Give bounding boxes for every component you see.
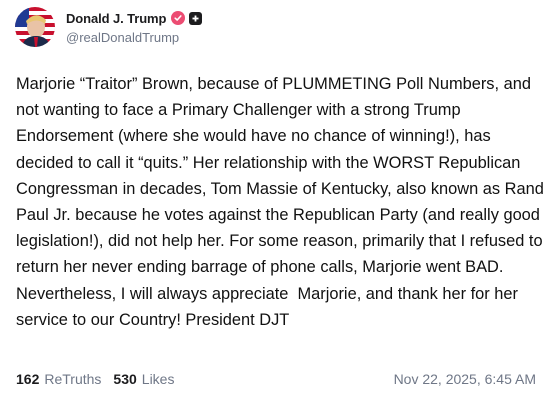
post-body-text: Marjorie “Traitor” Brown, because of PLU…: [16, 75, 549, 329]
author-avatar[interactable]: [15, 7, 55, 47]
affiliate-badge-icon: [189, 11, 203, 25]
retruths-count: 162: [16, 371, 40, 387]
truth-post: Donald J. Trump @realDonaldTrump Marjori…: [0, 0, 552, 418]
likes-label: Likes: [141, 371, 175, 387]
author-handle[interactable]: @realDonaldTrump: [66, 30, 179, 45]
likes-count: 530: [113, 371, 137, 387]
retruths-label: ReTruths: [44, 371, 102, 387]
profile-photo-icon: [15, 7, 55, 47]
retruths-stat[interactable]: 162 ReTruths: [16, 371, 101, 387]
author-name-row: Donald J. Trump: [66, 9, 203, 27]
post-footer: 162 ReTruths 530 Likes Nov 22, 2025, 6:4…: [16, 369, 536, 389]
post-timestamp[interactable]: Nov 22, 2025, 6:45 AM: [394, 371, 536, 387]
verified-badge-icon: [171, 11, 186, 25]
likes-stat[interactable]: 530 Likes: [113, 371, 174, 387]
author-display-name[interactable]: Donald J. Trump: [66, 11, 166, 26]
